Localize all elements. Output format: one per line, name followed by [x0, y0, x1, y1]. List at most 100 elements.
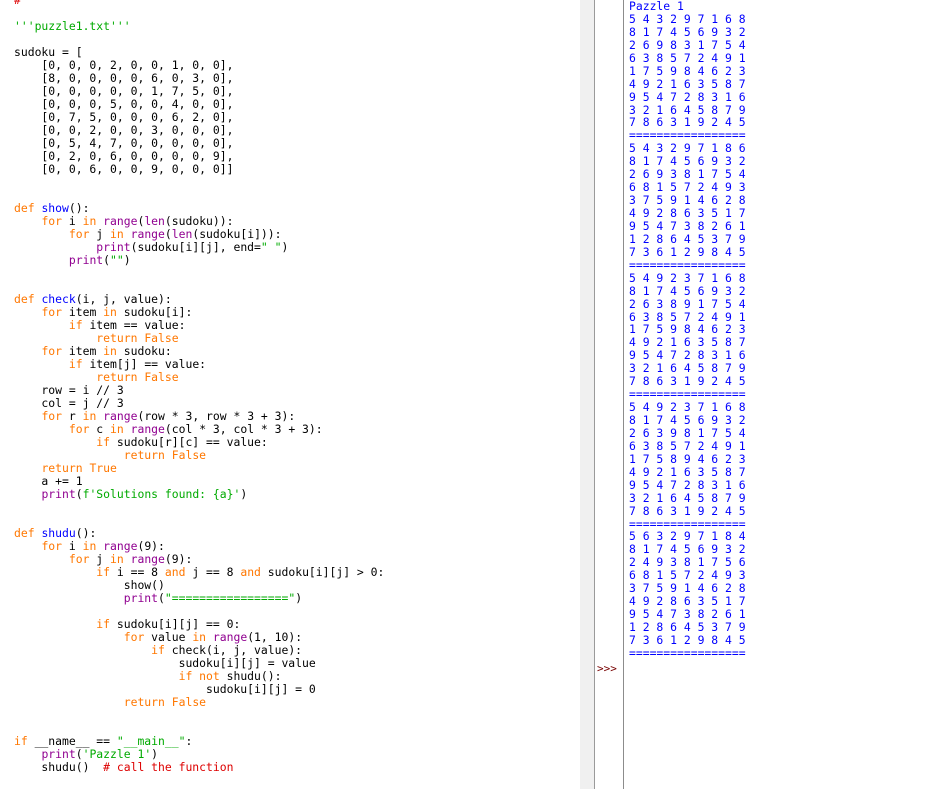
shell-output-line: 2 6 9 8 3 1 7 5 4: [629, 37, 746, 52]
code-token: False: [144, 370, 179, 384]
code-line: shudu() # call the function: [14, 761, 384, 774]
code-token: for: [68, 227, 90, 241]
code-token: for: [41, 409, 63, 423]
shell-output-line: 7 8 6 3 1 9 2 4 5: [629, 503, 746, 518]
code-token: a += 1: [14, 474, 83, 488]
code-token: (: [75, 747, 83, 761]
shell-output-line: 5 4 9 2 3 7 1 6 8: [629, 270, 746, 285]
code-token: "=================": [164, 591, 296, 605]
code-token: False: [171, 695, 207, 709]
editor-scrollbar[interactable]: [580, 0, 595, 789]
code-token: (: [75, 487, 83, 501]
code-token: ():: [68, 201, 90, 215]
code-editor[interactable]: # ''' '''puzzle1.txt''' sudoku = [ [0, 0, …: [0, 0, 581, 789]
code-token: False: [171, 448, 207, 462]
code-token: for: [41, 305, 63, 319]
shell-output-line: =================: [629, 257, 746, 272]
code-token: (9):: [164, 552, 193, 566]
code-token: show: [41, 201, 69, 215]
code-token: sudoku[i][j] = value: [14, 656, 316, 670]
code-token: (i, j, value):: [75, 292, 172, 306]
code-token: (: [103, 253, 111, 267]
code-text[interactable]: # ''' '''puzzle1.txt''' sudoku = [ [0, 0, …: [14, 0, 384, 774]
code-token: (sudoku[i][j], end=: [130, 240, 261, 254]
shell-output-line: 9 5 4 7 3 8 2 6 1: [629, 218, 746, 233]
code-token: print: [68, 253, 104, 267]
shell-output-line: 9 5 4 7 2 8 3 1 6: [629, 89, 746, 104]
shell-output-line: 1 7 5 9 8 4 6 2 3: [629, 63, 746, 78]
shell-output-line: 1 2 8 6 4 5 3 7 9: [629, 620, 746, 634]
code-token: show(): [14, 578, 165, 592]
code-token: in: [192, 630, 207, 644]
code-token: in: [103, 344, 117, 358]
code-token: in: [82, 214, 97, 228]
code-token: len: [171, 227, 193, 241]
code-token: for: [68, 552, 90, 566]
code-token: shudu():: [219, 669, 282, 683]
code-token: j: [89, 552, 111, 566]
code-line: return False: [14, 696, 384, 709]
prompt-gutter: >>>: [595, 0, 624, 789]
shell-panel[interactable]: >>> Pazzle 15 4 3 2 9 7 1 6 88 1 7 4 5 6…: [595, 0, 929, 789]
code-token: range: [212, 630, 248, 644]
code-token: check(i, j, value):: [164, 643, 303, 657]
code-token: "": [110, 253, 124, 267]
code-token: for: [41, 214, 63, 228]
code-line: print("================="): [14, 592, 384, 605]
code-token: sudoku:: [116, 344, 172, 358]
code-token: value: [144, 630, 193, 644]
code-token: check: [41, 292, 76, 306]
code-token: [0, 0, 0, 2, 0, 0, 1, 0, 0],: [14, 58, 234, 72]
code-token: item == value:: [82, 318, 186, 332]
code-line: # ''': [14, 0, 384, 7]
code-token: not: [199, 669, 220, 683]
code-token: in: [82, 539, 97, 553]
code-token: (9):: [137, 539, 165, 553]
code-token: return: [123, 448, 165, 462]
code-token: ): [295, 591, 303, 605]
code-token: return: [41, 461, 83, 475]
shell-output-line: 4 9 2 1 6 3 5 8 7: [629, 464, 746, 479]
code-token: if: [96, 617, 111, 631]
code-token: '''puzzle1.txt''': [14, 19, 131, 33]
code-token: for: [41, 539, 63, 553]
shell-output-line: 4 9 2 1 6 3 5 8 7: [629, 76, 746, 91]
code-token: 'Pazzle 1': [82, 747, 152, 761]
code-token: # ''': [14, 0, 49, 7]
code-token: print: [41, 487, 76, 501]
code-token: [0, 5, 4, 7, 0, 0, 0, 0, 0],: [14, 136, 234, 150]
code-token: True: [89, 461, 117, 475]
code-token: [0, 0, 2, 0, 0, 3, 0, 0, 0],: [14, 123, 234, 137]
shell-prompt: >>>: [597, 662, 617, 675]
code-token: and: [240, 565, 261, 579]
code-token: range: [130, 552, 165, 566]
code-line: [0, 0, 6, 0, 0, 9, 0, 0, 0]]: [14, 163, 384, 176]
code-token: [0, 2, 0, 6, 0, 0, 0, 0, 9],: [14, 149, 234, 163]
shell-output-line: 8 1 7 4 5 6 9 3 2: [629, 24, 746, 39]
code-token: i == 8: [110, 565, 165, 579]
code-token: if: [151, 643, 165, 657]
code-token: range: [103, 214, 138, 228]
code-token: shudu: [41, 526, 76, 540]
code-token: return: [96, 331, 138, 345]
code-token: for: [123, 630, 145, 644]
code-token: if: [96, 565, 111, 579]
